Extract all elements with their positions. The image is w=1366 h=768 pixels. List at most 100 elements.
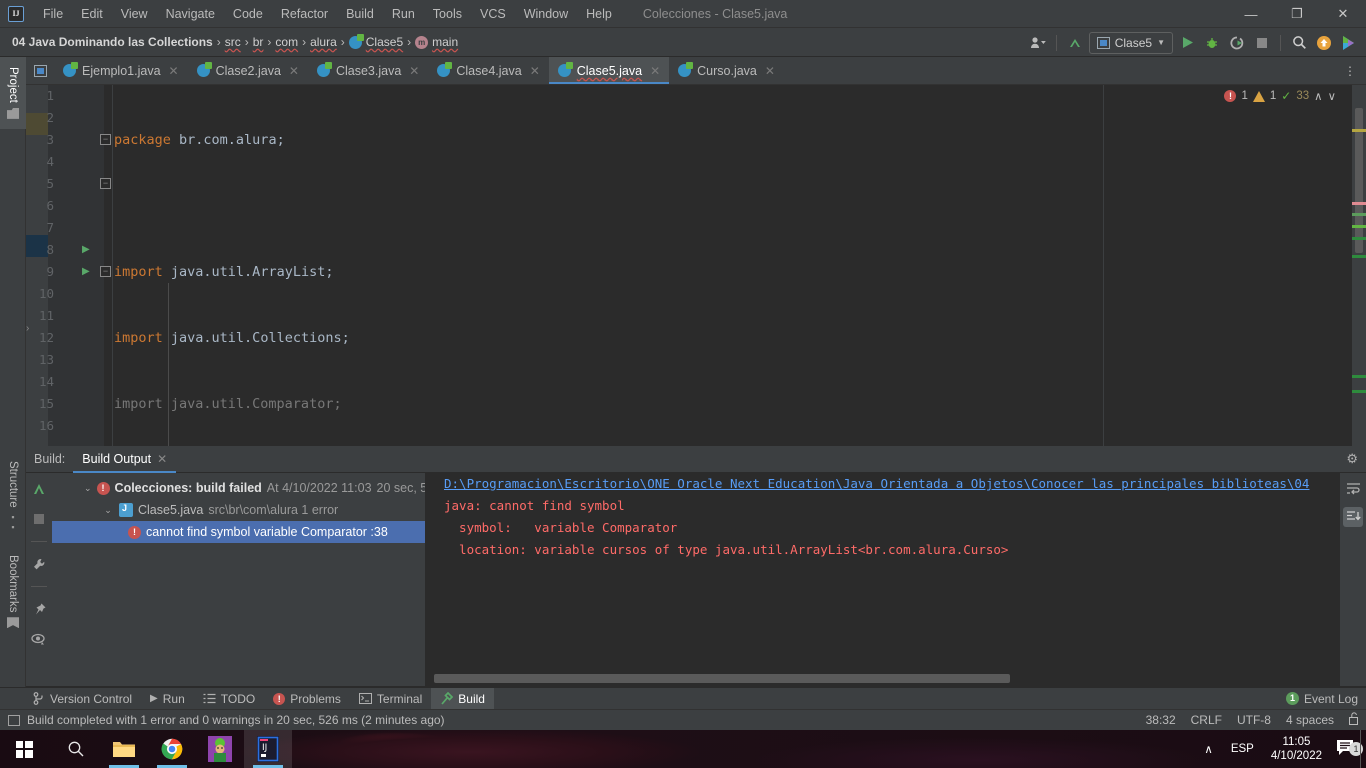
menu-refactor[interactable]: Refactor: [272, 3, 337, 25]
ide-feature-icon[interactable]: [1338, 32, 1360, 54]
chevron-down-icon[interactable]: ⌄: [102, 505, 114, 516]
show-desktop-button[interactable]: [1360, 730, 1366, 768]
breadcrumb-alura[interactable]: alura: [306, 33, 341, 51]
sidebar-item-project[interactable]: Project: [0, 57, 26, 129]
bottom-item-version-control[interactable]: Version Control: [24, 688, 141, 710]
change-marker[interactable]: [1352, 213, 1366, 216]
user-dropdown-icon[interactable]: [1027, 32, 1049, 54]
rerun-icon[interactable]: [29, 479, 49, 499]
fold-region-icon[interactable]: −: [100, 178, 111, 189]
unlocked-icon[interactable]: [1349, 712, 1360, 728]
menu-edit[interactable]: Edit: [72, 3, 112, 25]
debug-icon[interactable]: [1201, 32, 1223, 54]
tree-row[interactable]: ⌄ Clase5.java src\br\com\alura 1 error: [52, 499, 425, 521]
hide-icon[interactable]: [29, 629, 49, 649]
intellij-idea-icon[interactable]: IJ: [244, 730, 292, 768]
close-icon[interactable]: ✕: [530, 64, 540, 78]
settings-icon[interactable]: [29, 554, 49, 574]
menu-help[interactable]: Help: [577, 3, 621, 25]
change-marker[interactable]: [1352, 237, 1366, 240]
breadcrumb-br[interactable]: br: [249, 33, 268, 51]
editor-scroll-gutter[interactable]: [1352, 85, 1366, 446]
change-marker[interactable]: [1352, 255, 1366, 258]
tab-curso[interactable]: Curso.java ✕: [669, 57, 784, 84]
tabs-overflow-icon[interactable]: ⋮: [1338, 57, 1362, 85]
code-editor[interactable]: › 1 2 3 4 5 6 7 8 9 10 11 12 13 14 15 16…: [26, 85, 1366, 446]
search-icon[interactable]: [1288, 32, 1310, 54]
update-project-icon[interactable]: [1313, 32, 1335, 54]
console-path-link[interactable]: D:\Programacion\Escritorio\ONE Oracle Ne…: [444, 476, 1309, 491]
tab-ejemplo1[interactable]: Ejemplo1.java ✕: [54, 57, 188, 84]
brawl-stars-icon[interactable]: [196, 730, 244, 768]
indent-setting[interactable]: 4 spaces: [1286, 713, 1334, 727]
sidebar-item-bookmarks[interactable]: Bookmarks: [0, 544, 26, 639]
breadcrumb-src[interactable]: src: [221, 33, 245, 51]
close-button[interactable]: ✕: [1320, 0, 1366, 28]
close-icon[interactable]: ✕: [765, 64, 775, 78]
fold-region-icon[interactable]: −: [100, 266, 111, 277]
build-output-tree[interactable]: ⌄ ! Colecciones: build failed At 4/10/20…: [52, 473, 426, 686]
google-chrome-icon[interactable]: [148, 730, 196, 768]
tray-expand-icon[interactable]: ∧: [1195, 742, 1221, 756]
menu-view[interactable]: View: [112, 3, 157, 25]
bottom-item-terminal[interactable]: Terminal: [350, 688, 431, 710]
bottom-item-problems[interactable]: ! Problems: [264, 688, 350, 710]
warning-marker[interactable]: [1352, 129, 1366, 132]
close-icon[interactable]: ✕: [157, 452, 167, 466]
change-marker[interactable]: [1352, 390, 1366, 393]
wrap-text-icon[interactable]: [1343, 479, 1363, 499]
inspection-widget[interactable]: ! 1 1 ✓ 33 ∧ ∨: [1224, 89, 1336, 103]
tree-row[interactable]: ! cannot find symbol variable Comparator…: [52, 521, 425, 543]
menu-navigate[interactable]: Navigate: [157, 3, 224, 25]
breadcrumb-project[interactable]: 04 Java Dominando las Collections: [8, 33, 217, 51]
fold-region-icon[interactable]: −: [100, 134, 111, 145]
scroll-to-end-icon[interactable]: [1343, 507, 1363, 527]
menu-code[interactable]: Code: [224, 3, 272, 25]
breadcrumb-main[interactable]: m main: [411, 33, 462, 51]
editor-gutter[interactable]: › 1 2 3 4 5 6 7 8 9 10 11 12 13 14 15 16…: [26, 85, 111, 446]
minimize-button[interactable]: —: [1228, 0, 1274, 28]
change-marker[interactable]: [1352, 225, 1366, 228]
console-line-path[interactable]: D:\Programacion\Escritorio\ONE Oracle Ne…: [426, 473, 1366, 495]
prev-problem-icon[interactable]: ∧: [1314, 89, 1322, 103]
error-marker[interactable]: [1352, 202, 1366, 205]
start-button[interactable]: [0, 730, 48, 768]
event-log-button[interactable]: 1 Event Log: [1285, 692, 1358, 706]
run-with-coverage-icon[interactable]: [1226, 32, 1248, 54]
line-separator[interactable]: CRLF: [1191, 713, 1222, 727]
bottom-item-todo[interactable]: TODO: [194, 688, 264, 710]
run-configuration-selector[interactable]: Clase5 ▼: [1088, 31, 1173, 54]
run-icon[interactable]: [1176, 32, 1198, 54]
run-class-gutter-icon[interactable]: ▶: [82, 239, 90, 261]
search-icon[interactable]: [52, 730, 100, 768]
menu-run[interactable]: Run: [383, 3, 424, 25]
chevron-down-icon[interactable]: ⌄: [84, 483, 92, 494]
maximize-button[interactable]: ❐: [1274, 0, 1320, 28]
tab-clase5[interactable]: Clase5.java ✕: [548, 57, 670, 84]
change-marker[interactable]: [1352, 375, 1366, 378]
language-indicator[interactable]: ESP: [1222, 743, 1263, 755]
sidebar-item-structure[interactable]: Structure: [0, 447, 26, 537]
file-encoding[interactable]: UTF-8: [1237, 713, 1271, 727]
breadcrumb-clase5[interactable]: Clase5: [345, 33, 407, 51]
caret-position[interactable]: 38:32: [1146, 713, 1176, 727]
breadcrumb-com[interactable]: com: [271, 33, 302, 51]
project-toggle-icon[interactable]: [26, 57, 54, 84]
bottom-item-build[interactable]: Build: [431, 687, 494, 710]
updates-arrow-icon[interactable]: [1064, 32, 1086, 54]
menu-vcs[interactable]: VCS: [471, 3, 515, 25]
menu-build[interactable]: Build: [337, 3, 383, 25]
close-icon[interactable]: ✕: [650, 64, 660, 78]
gear-icon[interactable]: ⚙: [1346, 451, 1358, 467]
close-icon[interactable]: ✕: [169, 64, 179, 78]
build-console[interactable]: D:\Programacion\Escritorio\ONE Oracle Ne…: [426, 473, 1366, 686]
bottom-item-run[interactable]: ▶ Run: [141, 688, 194, 710]
tab-build-output[interactable]: Build Output ✕: [73, 446, 176, 473]
tab-clase3[interactable]: Clase3.java ✕: [308, 57, 428, 84]
tree-row[interactable]: ⌄ ! Colecciones: build failed At 4/10/20…: [52, 477, 425, 499]
menu-window[interactable]: Window: [515, 3, 577, 25]
run-method-gutter-icon[interactable]: ▶: [82, 261, 90, 283]
clock[interactable]: 11:05 4/10/2022: [1263, 735, 1330, 763]
console-horizontal-scrollbar[interactable]: [434, 674, 1010, 683]
menu-tools[interactable]: Tools: [424, 3, 471, 25]
